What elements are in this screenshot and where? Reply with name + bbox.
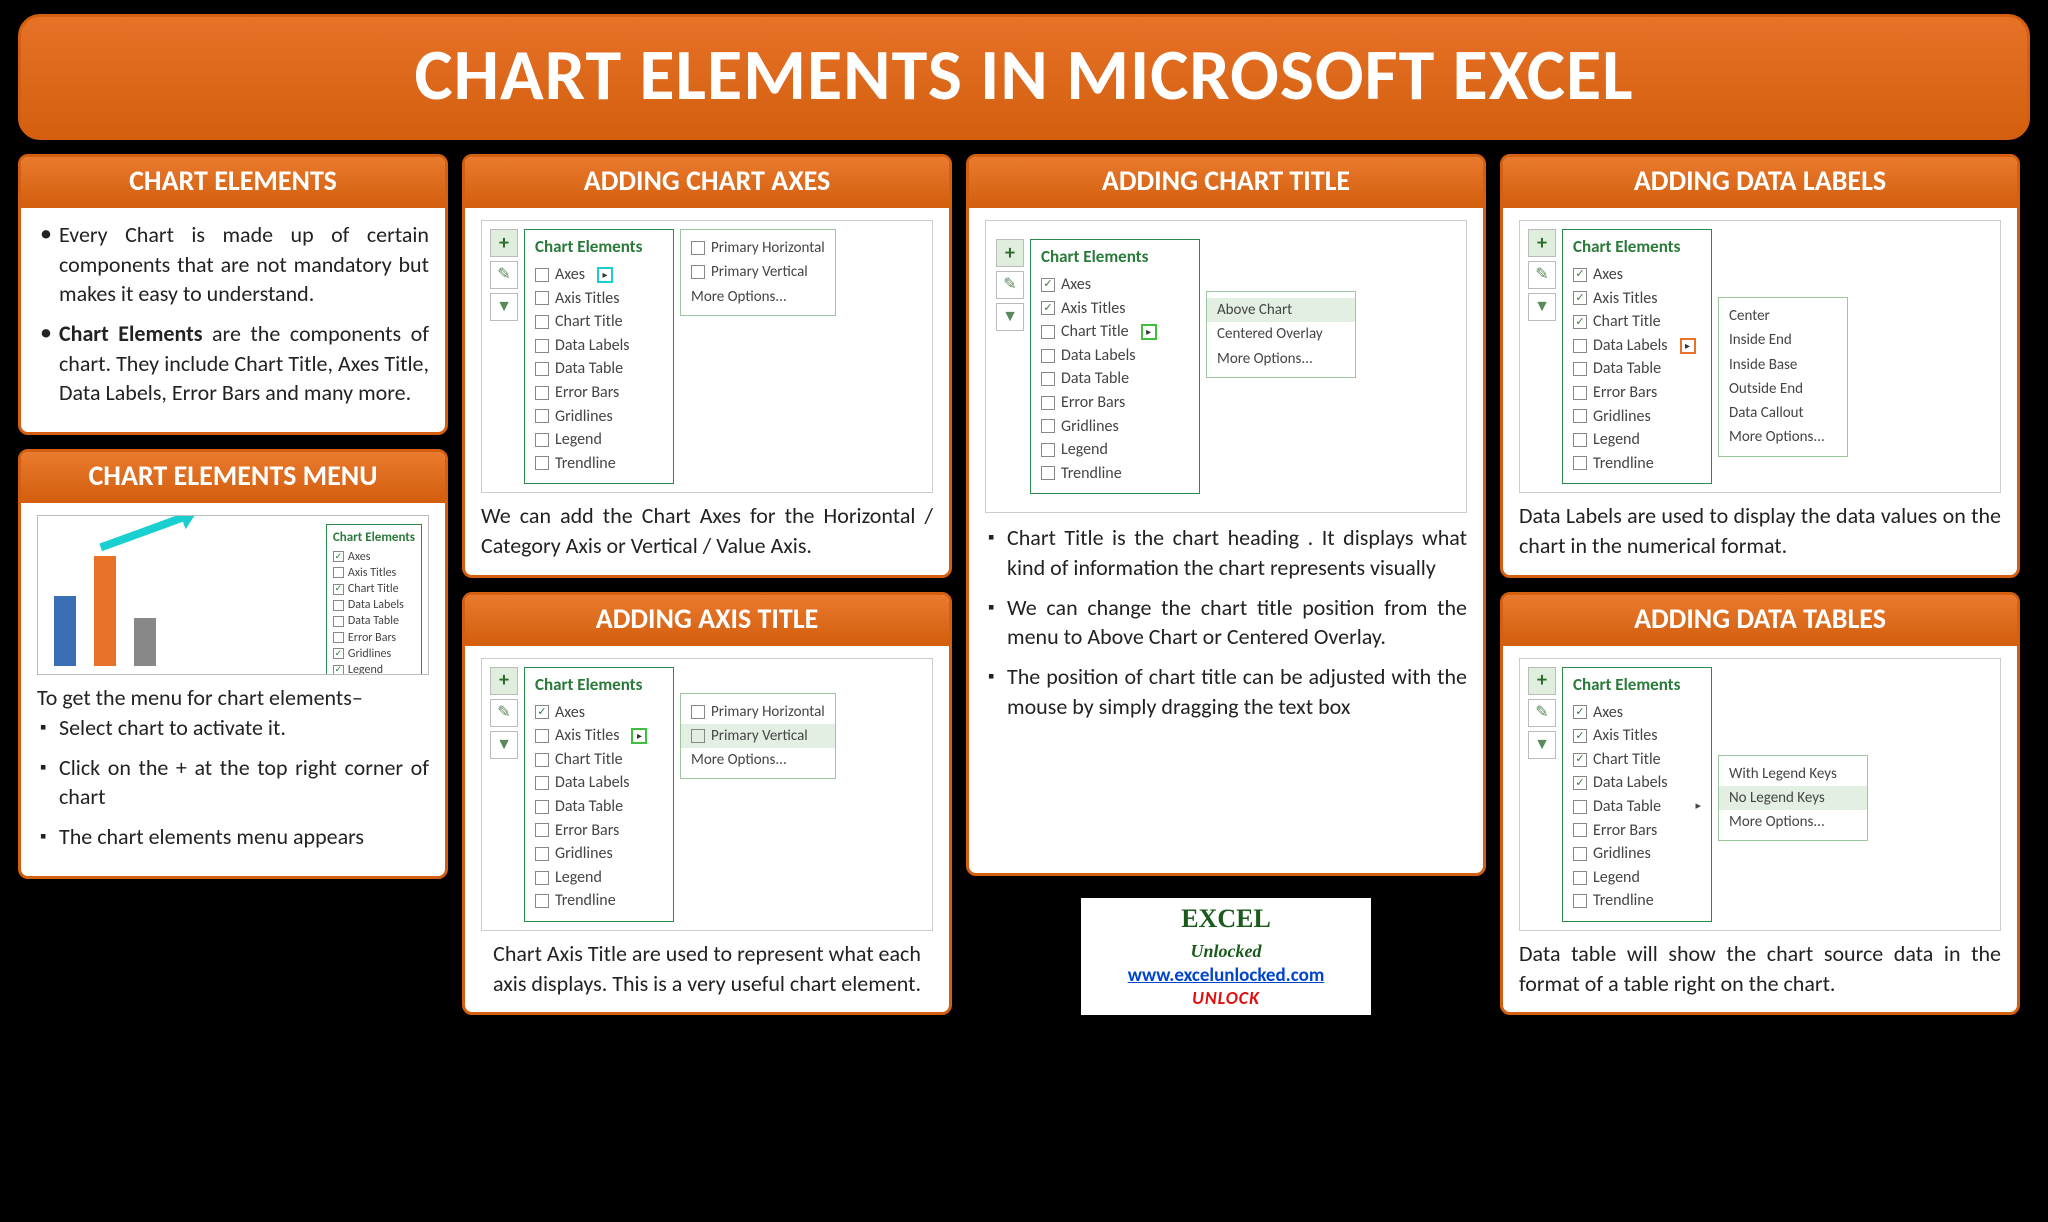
submenu-data-labels: Center Inside End Inside Base Outside En… — [1718, 297, 1848, 457]
panel-header: ADDING CHART TITLE — [969, 157, 1483, 208]
bullet: The position of chart title can be adjus… — [985, 662, 1467, 721]
plus-icon[interactable]: + — [490, 667, 518, 695]
chart-elements-popup: Chart Elements Axes Axis Titles Chart Ti… — [326, 524, 422, 675]
step: Select chart to activate it. — [37, 713, 429, 743]
expand-arrow-icon[interactable]: ▸ — [631, 728, 647, 744]
panel-adding-chart-title: ADDING CHART TITLE + ✎ ▼ Chart Elements … — [966, 154, 1486, 876]
panel-header: ADDING DATA TABLES — [1503, 595, 2017, 646]
expand-arrow-icon[interactable]: ▸ — [597, 267, 613, 283]
brush-icon[interactable]: ✎ — [490, 261, 518, 289]
filter-icon[interactable]: ▼ — [996, 303, 1024, 331]
chart-elements-screenshot: + ✎ ▼ Chart Elements Axes▸ Axis Titles C… — [481, 220, 933, 493]
panel-adding-chart-axes: ADDING CHART AXES + ✎ ▼ Chart Elements A… — [462, 154, 952, 578]
panel-adding-data-labels: ADDING DATA LABELS + ✎ ▼ Chart Elements … — [1500, 154, 2020, 578]
plus-icon[interactable]: + — [996, 239, 1024, 267]
plus-icon[interactable]: + — [490, 229, 518, 257]
text: To get the menu for chart elements– — [37, 683, 429, 713]
submenu-data-tables: With Legend Keys No Legend Keys More Opt… — [1718, 755, 1868, 842]
brush-icon[interactable]: ✎ — [1528, 261, 1556, 289]
caption: Data table will show the chart source da… — [1519, 939, 2001, 998]
chart-elements-screenshot: + ✎ ▼ Chart Elements Axes Axis Titles Ch… — [1519, 658, 2001, 931]
panel-header: ADDING CHART AXES — [465, 157, 949, 208]
bullet: Every Chart is made up of certain compon… — [37, 220, 429, 309]
filter-icon[interactable]: ▼ — [490, 293, 518, 321]
brush-icon[interactable]: ✎ — [996, 271, 1024, 299]
filter-icon[interactable]: ▼ — [1528, 293, 1556, 321]
plus-icon[interactable]: + — [1528, 229, 1556, 257]
step: Click on the + at the top right corner o… — [37, 753, 429, 812]
panel-adding-axis-title: ADDING AXIS TITLE + ✎ ▼ Chart Elements A… — [462, 592, 952, 1016]
brand-link[interactable]: www.excelunlocked.com — [1128, 964, 1325, 987]
submenu-axes: Primary Horizontal Primary Vertical More… — [680, 229, 836, 316]
bullet: Chart Elements are the components of cha… — [37, 319, 429, 408]
caption: Chart Axis Title are used to represent w… — [481, 939, 933, 998]
pointer-arrow-icon — [99, 515, 186, 551]
chart-elements-screenshot: + ✎ ▼ Chart Elements Axes Axis Titles Ch… — [1519, 220, 2001, 493]
filter-icon[interactable]: ▼ — [490, 731, 518, 759]
brand-footer: EXCELUnlocked www.excelunlocked.com UNLO… — [1081, 898, 1371, 1015]
main-title: CHART ELEMENTS IN MICROSOFT EXCEL — [18, 14, 2030, 140]
panel-header: CHART ELEMENTS MENU — [21, 452, 445, 503]
expand-arrow-icon[interactable]: ▸ — [1680, 338, 1696, 354]
panel-header: CHART ELEMENTS — [21, 157, 445, 208]
submenu-axis-title: Primary Horizontal Primary Vertical More… — [680, 693, 836, 780]
panel-chart-elements-menu: CHART ELEMENTS MENU Chart Elements Axes … — [18, 449, 448, 878]
chart-elements-screenshot: + ✎ ▼ Chart Elements Axes Axis Titles▸ C… — [481, 658, 933, 931]
filter-icon[interactable]: ▼ — [1528, 731, 1556, 759]
panel-header: ADDING AXIS TITLE — [465, 595, 949, 646]
bullet: Chart Title is the chart heading . It di… — [985, 523, 1467, 582]
bullet: We can change the chart title position f… — [985, 593, 1467, 652]
plus-icon[interactable]: + — [1528, 667, 1556, 695]
chart-elements-screenshot: + ✎ ▼ Chart Elements Axes Axis Titles Ch… — [985, 220, 1467, 513]
submenu-chart-title: Above Chart Centered Overlay More Option… — [1206, 291, 1356, 378]
step: The chart elements menu appears — [37, 822, 429, 852]
caption: Data Labels are used to display the data… — [1519, 501, 2001, 560]
content-grid: CHART ELEMENTS Every Chart is made up of… — [18, 154, 2030, 1015]
chart-thumbnail: Chart Elements Axes Axis Titles Chart Ti… — [37, 515, 429, 675]
expand-arrow-icon[interactable]: ▸ — [1141, 324, 1157, 340]
brush-icon[interactable]: ✎ — [1528, 699, 1556, 727]
panel-chart-elements: CHART ELEMENTS Every Chart is made up of… — [18, 154, 448, 435]
caption: We can add the Chart Axes for the Horizo… — [481, 501, 933, 560]
panel-header: ADDING DATA LABELS — [1503, 157, 2017, 208]
brush-icon[interactable]: ✎ — [490, 699, 518, 727]
panel-adding-data-tables: ADDING DATA TABLES + ✎ ▼ Chart Elements … — [1500, 592, 2020, 1016]
